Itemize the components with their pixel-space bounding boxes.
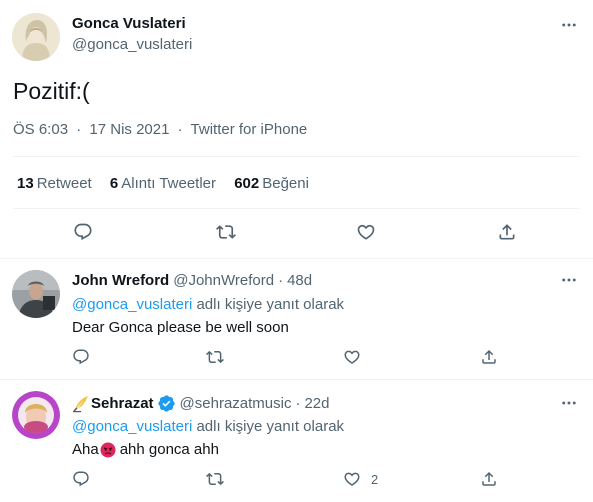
replying-mention[interactable]: @gonca_vuslateri [72,418,192,435]
like-icon [343,470,361,488]
author-name[interactable]: Gonca Vuslateri [72,15,186,32]
replying-mention[interactable]: @gonca_vuslateri [72,296,192,313]
meta-separator: · [278,272,284,289]
like-label: Beğeni [262,175,309,192]
reply-text: Dear Gonca please be well soon [72,319,289,336]
share-icon [480,348,498,366]
reply-author-handle[interactable]: @JohnWreford [173,272,274,289]
reply-header: Sehrazat @sehrazatmusic · 22d [72,394,330,413]
replying-to: @gonca_vuslateri adlı kişiye yanıt olara… [72,418,344,435]
reply-icon [72,470,90,488]
meta-separator: · [177,121,183,138]
meta-separator: · [76,121,82,138]
quill-icon [72,395,90,413]
reply-icon [72,348,90,366]
more-icon[interactable] [560,394,578,412]
reply-button[interactable] [72,348,90,366]
like-icon [356,222,376,242]
main-tweet: Gonca Vuslateri @gonca_vuslateri Pozitif… [0,0,593,259]
more-icon[interactable] [560,271,578,289]
tweet-text: Pozitif:( [13,78,90,104]
more-icon[interactable] [560,16,578,34]
tweet-date[interactable]: 17 Nis 2021 [89,121,169,138]
quote-count: 6 [109,175,119,192]
author-handle[interactable]: @gonca_vuslateri [72,36,192,53]
retweet-icon [216,222,236,242]
retweet-icon [206,470,224,488]
reply-avatar[interactable] [12,270,60,318]
reply-author-handle[interactable]: @sehrazatmusic [180,395,292,412]
tweet-source[interactable]: Twitter for iPhone [191,121,308,138]
reply-author-name[interactable]: Sehrazat [91,395,154,412]
reply-text-end: ahh gonca ahh [119,441,219,458]
reply-text-start: Aha [72,441,99,458]
author-avatar[interactable] [12,13,60,61]
reply-tweet[interactable]: John Wreford @JohnWreford · 48d @gonca_v… [0,260,593,380]
retweet-icon [206,348,224,366]
replying-suffix: adlı kişiye yanıt olarak [196,418,345,435]
retweet-label: Retweet [36,175,92,192]
reply-header: John Wreford @JohnWreford · 48d [72,272,312,289]
replying-suffix: adlı kişiye yanıt olarak [196,296,345,313]
divider [13,156,580,157]
angry-emoji [100,442,116,458]
reply-icon [73,222,93,242]
tweet-stats: 13 Retweet 6 Alıntı Tweetler 602 Beğeni [17,175,323,192]
reply-time[interactable]: 22d [304,395,329,412]
share-icon [497,222,517,242]
retweet-stat[interactable]: 13 Retweet [17,175,92,192]
reply-author-name[interactable]: John Wreford [72,272,169,289]
reply-time[interactable]: 48d [287,272,312,289]
like-count: 2 [371,471,379,487]
reply-text: Aha ahh gonca ahh [72,441,219,458]
reply-button[interactable] [73,222,93,242]
tweet-meta: ÖS 6:03 · 17 Nis 2021 · Twitter for iPho… [13,121,307,138]
like-button[interactable] [356,222,376,242]
share-button[interactable] [480,348,498,366]
like-icon [343,348,361,366]
tweet-time[interactable]: ÖS 6:03 [13,121,68,138]
divider [13,208,580,209]
like-stat[interactable]: 602 Beğeni [234,175,309,192]
like-count: 602 [234,175,260,192]
retweet-button[interactable] [206,470,224,488]
share-icon [480,470,498,488]
retweet-button[interactable] [216,222,236,242]
retweet-button[interactable] [206,348,224,366]
share-button[interactable] [480,470,498,488]
like-button[interactable]: 2 [343,470,378,488]
reply-tweet[interactable]: Sehrazat @sehrazatmusic · 22d @gonca_vus… [0,381,593,502]
replying-to: @gonca_vuslateri adlı kişiye yanıt olara… [72,296,344,313]
reply-avatar[interactable] [12,391,60,439]
retweet-count: 13 [17,175,34,192]
verified-icon [157,394,176,413]
reply-button[interactable] [72,470,90,488]
quote-label: Alıntı Tweetler [121,175,217,192]
meta-separator: · [295,395,301,412]
like-button[interactable] [343,348,361,366]
quote-stat[interactable]: 6 Alıntı Tweetler [110,175,216,192]
share-button[interactable] [497,222,517,242]
